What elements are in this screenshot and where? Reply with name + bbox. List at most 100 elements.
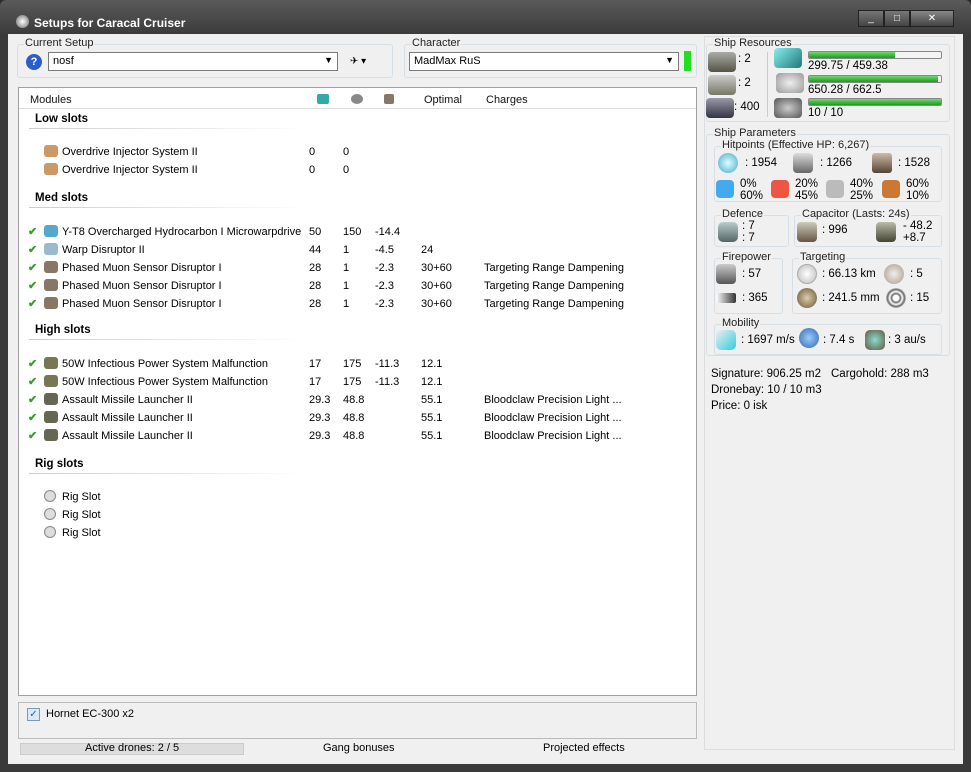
active-check-icon[interactable]: ✔ (28, 429, 37, 442)
powergrid-value: 29.3 (309, 394, 331, 406)
shield-icon (718, 153, 738, 173)
window-title: Setups for Caracal Cruiser (34, 16, 186, 30)
sensor-strength-icon (886, 288, 906, 308)
scan-resolution: : 241.5 mm (822, 292, 880, 304)
module-row[interactable]: ✔ 50W Infectious Power System Malfunction… (19, 373, 695, 391)
capacitor-value: -2.3 (375, 280, 394, 292)
close-button[interactable]: ✕ (910, 10, 954, 27)
calibration-icon (706, 98, 734, 118)
charge-name[interactable]: Targeting Range Dampening (484, 280, 624, 292)
active-check-icon[interactable]: ✔ (28, 411, 37, 424)
module-name: Phased Muon Sensor Disruptor I (62, 262, 222, 274)
module-row[interactable]: Rig Slot (19, 506, 695, 524)
capacitor-value: -11.3 (375, 376, 400, 388)
capacitor-value: -4.5 (375, 244, 394, 256)
character-select[interactable]: MadMax RuS ▼ (409, 52, 679, 71)
powergrid-value: 0 (309, 146, 316, 158)
optimal-range: 55.1 (421, 412, 443, 424)
cpu-value: 1 (343, 244, 350, 256)
module-row[interactable]: ✔ Warp Disruptor II 44 1 -4.5 24 (19, 241, 695, 259)
active-check-icon[interactable]: ✔ (28, 243, 37, 256)
projected-effects-link[interactable]: Projected effects (543, 742, 625, 754)
cpu-value: 150 (343, 226, 362, 238)
drone-item[interactable]: Hornet EC-300 x2 (46, 708, 134, 720)
cpu-value: 1 (343, 280, 350, 292)
module-row[interactable]: Rig Slot (19, 524, 695, 542)
module-row[interactable]: ✔ Phased Muon Sensor Disruptor I 28 1 -2.3 30… (19, 259, 695, 277)
chevron-down-icon: ▼ (324, 55, 333, 65)
drone-checkbox[interactable]: ✓ (27, 708, 40, 721)
drones-list[interactable]: ✓ Hornet EC-300 x2 (18, 702, 697, 739)
section-title: Low slots (35, 113, 89, 125)
module-row[interactable]: Rig Slot (19, 488, 695, 506)
align-time-icon (799, 328, 819, 348)
missile-launcher-icon (44, 429, 58, 441)
header-optimal[interactable]: Optimal (424, 94, 462, 106)
module-name: 50W Infectious Power System Malfunction (62, 358, 269, 370)
capacitor-column-icon[interactable] (384, 94, 394, 104)
setup-menu-button[interactable]: ✈ ▾ (350, 56, 366, 67)
module-row[interactable]: Overdrive Injector System II 0 0 (19, 143, 695, 161)
module-row[interactable]: ✔ Y-T8 Overcharged Hydrocarbon I Microwar… (19, 223, 695, 241)
energy-vampire-icon (44, 357, 58, 369)
module-row[interactable]: ✔ Phased Muon Sensor Disruptor I 28 1 -2.3 30… (19, 277, 695, 295)
module-row[interactable]: ✔ Phased Muon Sensor Disruptor I 28 1 -2.3 30… (19, 295, 695, 313)
charge-name[interactable]: Bloodclaw Precision Light ... (484, 394, 622, 406)
active-check-icon[interactable]: ✔ (28, 225, 37, 238)
setup-select[interactable]: nosf ▼ (48, 52, 338, 71)
help-icon[interactable]: ? (26, 54, 42, 70)
hull-icon (872, 153, 892, 173)
charge-name[interactable]: Bloodclaw Precision Light ... (484, 412, 622, 424)
charge-name[interactable]: Targeting Range Dampening (484, 298, 624, 310)
align-time: : 7.4 s (823, 334, 855, 346)
module-row[interactable]: ✔ Assault Missile Launcher II 29.3 48.8 55.1… (19, 391, 695, 409)
modules-table[interactable]: Modules Optimal Charges Low slots Overdri… (18, 87, 697, 696)
powergrid-column-icon[interactable] (317, 94, 329, 104)
cpu-bar (808, 75, 942, 83)
charge-name[interactable]: Bloodclaw Precision Light ... (484, 430, 622, 442)
charge-name[interactable]: Targeting Range Dampening (484, 262, 624, 274)
minimize-button[interactable]: _ (858, 10, 884, 27)
module-name: Assault Missile Launcher II (62, 430, 193, 442)
active-check-icon[interactable]: ✔ (28, 261, 37, 274)
optimal-range: 12.1 (421, 358, 443, 370)
active-check-icon[interactable]: ✔ (28, 375, 37, 388)
active-check-icon[interactable]: ✔ (28, 279, 37, 292)
sensor-strength: : 15 (910, 292, 930, 304)
targeting-label: Targeting (799, 251, 847, 263)
missile-launcher-icon (44, 411, 58, 423)
header-charges[interactable]: Charges (486, 94, 528, 106)
header-modules[interactable]: Modules (30, 94, 72, 106)
section-divider (29, 207, 309, 208)
energy-vampire-icon (44, 375, 58, 387)
cpu-value: 1 (343, 262, 350, 274)
overdrive-icon (44, 145, 58, 157)
module-row[interactable]: ✔ Assault Missile Launcher II 29.3 48.8 55.1… (19, 409, 695, 427)
app-icon (16, 15, 29, 28)
module-row[interactable]: Overdrive Injector System II 0 0 (19, 161, 695, 179)
hitpoints-label: Hitpoints (Effective HP: 6,267) (721, 139, 871, 151)
module-name: Rig Slot (62, 509, 101, 521)
targeting-range: : 66.13 km (822, 268, 876, 280)
warp-speed: : 3 au/s (888, 334, 926, 346)
defence-value-b: : 7 (742, 232, 755, 244)
module-name: Phased Muon Sensor Disruptor I (62, 298, 222, 310)
warp-disruptor-icon (44, 243, 58, 255)
module-row[interactable]: ✔ Assault Missile Launcher II 29.3 48.8 55.1… (19, 427, 695, 445)
ship-parameters-label: Ship Parameters (713, 127, 797, 139)
defence-icon (718, 222, 738, 242)
powergrid-value: 17 (309, 376, 322, 388)
module-row[interactable]: ✔ 50W Infectious Power System Malfunction… (19, 355, 695, 373)
maximize-button[interactable]: □ (884, 10, 910, 27)
active-check-icon[interactable]: ✔ (28, 393, 37, 406)
max-targets: : 5 (910, 268, 923, 280)
cpu-value: 175 (343, 376, 362, 388)
max-targets-icon (884, 264, 904, 284)
active-check-icon[interactable]: ✔ (28, 297, 37, 310)
kinetic-resist-icon (826, 180, 844, 198)
gang-bonuses-link[interactable]: Gang bonuses (323, 742, 395, 754)
empty-slot-icon (44, 490, 56, 502)
active-check-icon[interactable]: ✔ (28, 357, 37, 370)
cpu-column-icon[interactable] (351, 94, 363, 104)
overdrive-icon (44, 163, 58, 175)
